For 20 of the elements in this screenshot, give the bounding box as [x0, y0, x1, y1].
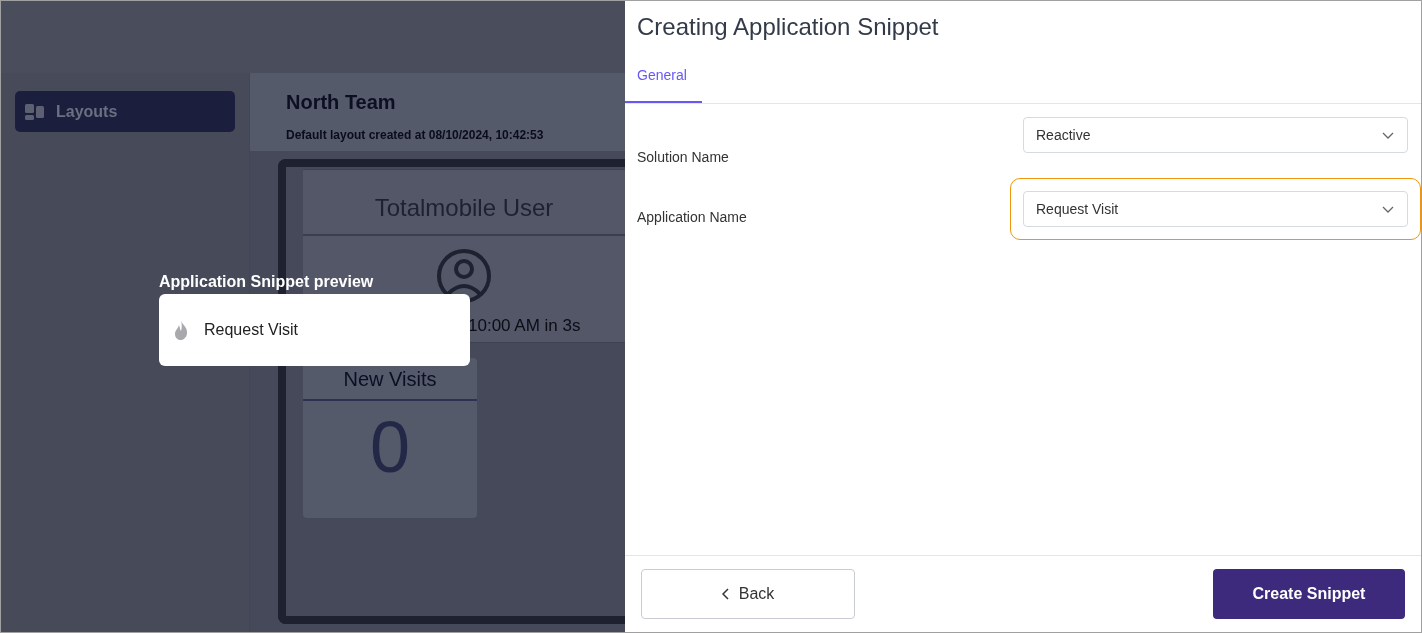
- sidebar-label: Layouts: [56, 102, 118, 121]
- general-tab[interactable]: General: [625, 53, 702, 103]
- field-label: Application Name: [637, 209, 747, 225]
- chevron-down-icon: [1382, 205, 1394, 213]
- preview-label: Application Snippet preview: [159, 273, 374, 291]
- chevron-left-icon: [721, 588, 729, 600]
- snippet-name: Request Visit: [204, 321, 298, 339]
- dropdown-field[interactable]: Reactive: [1023, 117, 1408, 153]
- panel-title: Creating Application Snippet: [636, 12, 940, 42]
- chevron-down-icon: [1382, 131, 1394, 139]
- user-avatar-icon: [436, 248, 492, 304]
- status-text: 10:00 AM in 3s: [468, 316, 581, 335]
- create-snippet-button[interactable]: Create Snippet: [1213, 569, 1405, 619]
- flame-icon: [174, 320, 188, 340]
- layout-icon: [25, 103, 44, 120]
- layout-subtitle: Default layout created at 08/10/2024, 10:42:53: [286, 128, 545, 142]
- dropdown-field[interactable]: Request Visit: [1023, 191, 1408, 227]
- field-label: Solution Name: [637, 149, 729, 165]
- back-button[interactable]: Back: [641, 569, 855, 619]
- team-title: North Team: [286, 91, 397, 114]
